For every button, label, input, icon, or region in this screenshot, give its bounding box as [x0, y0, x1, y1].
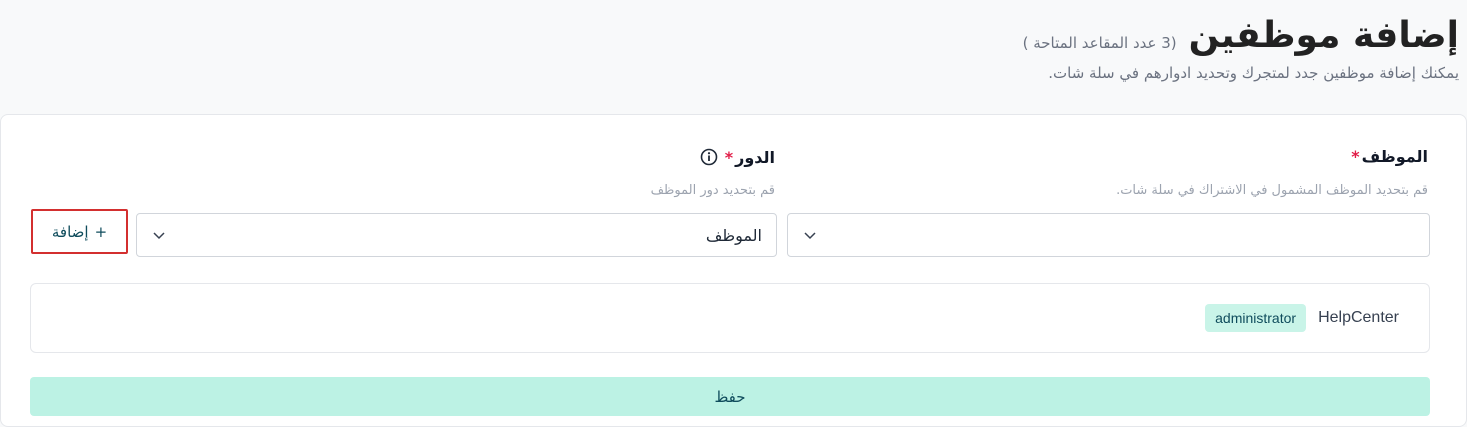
employee-field-label: الموظف * — [1351, 147, 1428, 166]
employee-label-text: الموظف — [1361, 147, 1428, 166]
role-field-label: الدور * — [699, 147, 775, 167]
info-icon[interactable] — [699, 147, 719, 167]
page-title: إضافة موظفين — [1188, 15, 1459, 56]
list-item: HelpCenter administrator — [1205, 304, 1399, 332]
role-badge: administrator — [1205, 304, 1307, 332]
chevron-down-icon — [151, 227, 167, 243]
role-select[interactable]: الموظف — [136, 213, 777, 257]
employee-required-mark: * — [1351, 147, 1360, 166]
add-button-label: إضافة — [51, 222, 89, 241]
available-seats-note: (3 عدد المقاعد المتاحة ) — [1022, 34, 1177, 52]
add-employee-button[interactable]: + إضافة — [31, 209, 128, 254]
page-header: إضافة موظفين (3 عدد المقاعد المتاحة ) يم… — [0, 0, 1467, 115]
employee-select[interactable] — [787, 213, 1430, 257]
employee-field-hint: قم بتحديد الموظف المشمول في الاشتراك في … — [1116, 183, 1428, 198]
chevron-down-icon — [802, 227, 818, 243]
title-row: إضافة موظفين (3 عدد المقاعد المتاحة ) — [1023, 12, 1459, 60]
role-label-text: الدور — [735, 147, 775, 167]
add-employee-card: الموظف * قم بتحديد الموظف المشمول في الا… — [0, 114, 1467, 427]
plus-icon: + — [94, 222, 108, 241]
page-subtitle: يمكنك إضافة موظفين جدد لمتجرك وتحديد ادو… — [1048, 64, 1459, 82]
save-button[interactable]: حفظ — [30, 377, 1430, 416]
role-field-hint: قم بتحديد دور الموظف — [650, 183, 775, 198]
employees-list: HelpCenter administrator — [30, 283, 1430, 353]
role-select-value: الموظف — [705, 225, 762, 245]
role-required-mark: * — [724, 147, 734, 167]
employee-name: HelpCenter — [1318, 309, 1399, 326]
